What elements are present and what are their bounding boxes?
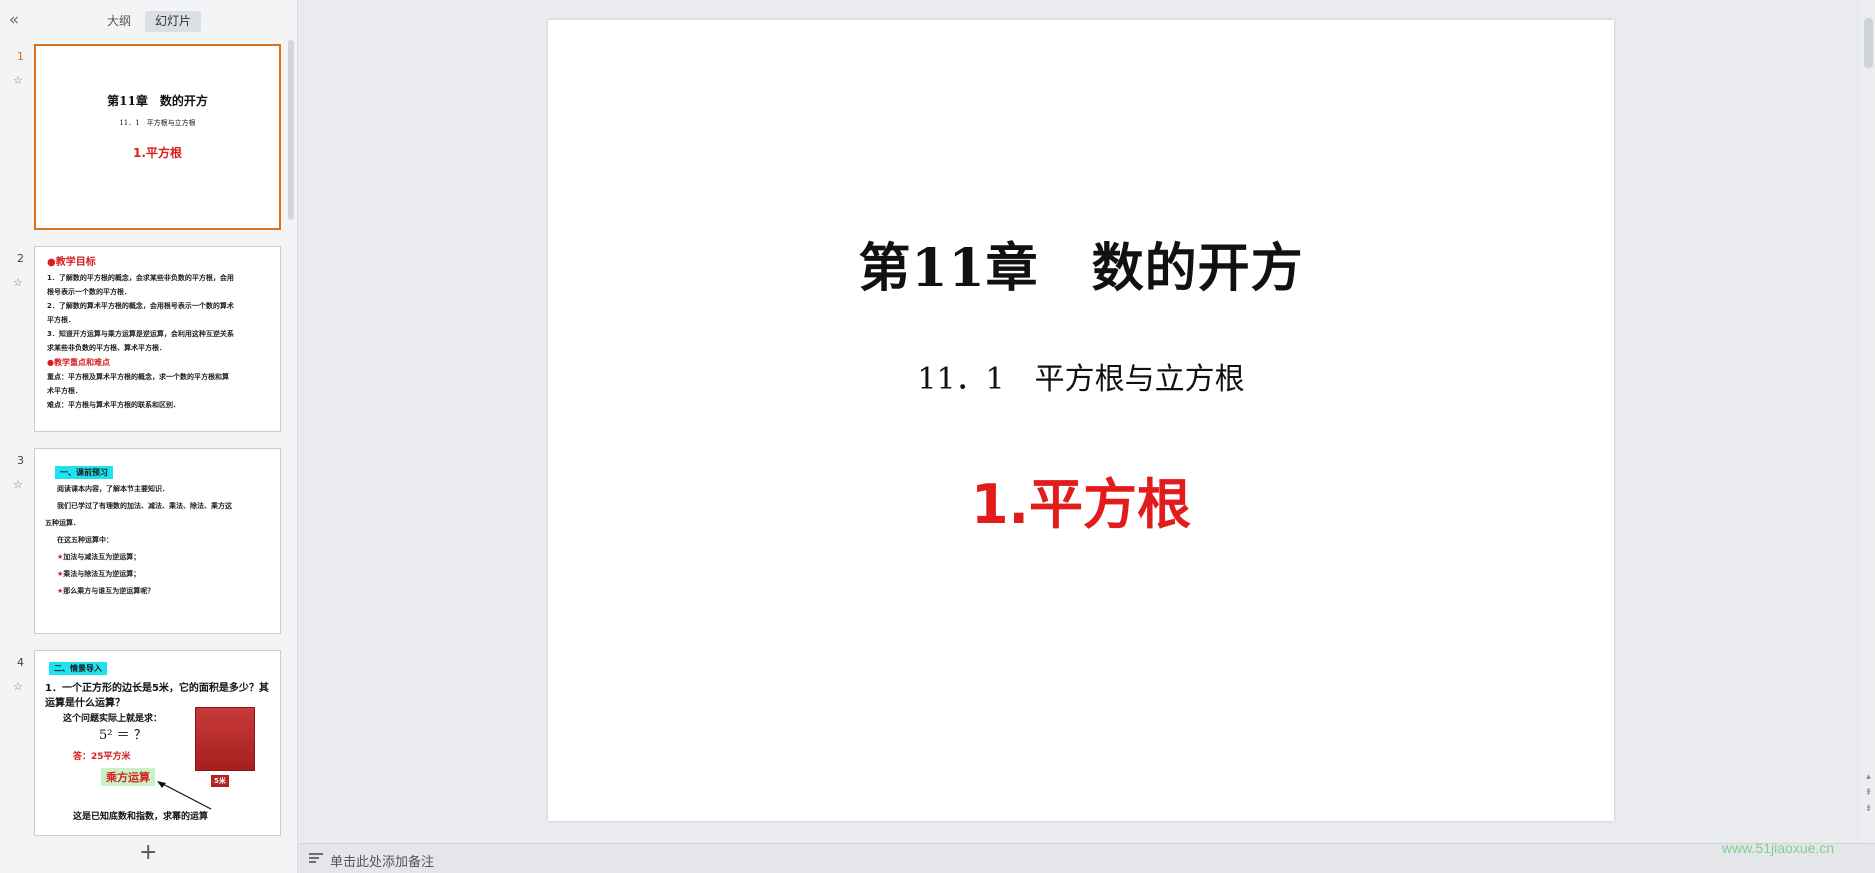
slide-thumbnail-4[interactable]: 二、情景导入 1．一个正方形的边长是5米，它的面积是多少？其运算是什么运算？ 这… — [34, 650, 281, 836]
thumb-star-item: ★乘法与除法互为逆运算； — [57, 570, 141, 578]
thumb-line: 术平方根． — [47, 387, 82, 395]
arrow-icon — [157, 781, 212, 810]
current-slide[interactable]: 第11章 数的开方 11．1 平方根与立方根 1.平方根 — [548, 20, 1614, 821]
thumb-title: 第11章 数的开方 — [107, 94, 208, 108]
slide-number: 4 — [17, 656, 24, 669]
notes-bar: 单击此处添加备注 — [299, 843, 1875, 873]
slide-thumbnail-panel: « 大纲 幻灯片 1 ☆ 第11章 数的开方 11．1 平方根与立方根 1.平方… — [0, 0, 298, 873]
thumb-line: 平方根． — [47, 316, 75, 324]
thumbnail-row-4: 4 ☆ 二、情景导入 1．一个正方形的边长是5米，它的面积是多少？其运算是什么运… — [0, 646, 288, 836]
thumb-heading: ●教学目标 — [47, 257, 96, 268]
slide-thumbnail-3[interactable]: 一、课前预习 阅读课本内容，了解本节主要知识． 我们已学过了有理数的加法、减法、… — [34, 448, 281, 634]
scroll-up-icon[interactable]: ▴ — [1863, 772, 1874, 783]
thumb-line: 重点：平方根及算术平方根的概念，求一个数的平方根和算 — [47, 373, 229, 381]
thumb-line: 难点：平方根与算术平方根的联系和区别． — [47, 401, 180, 409]
thumb-line: 五种运算． — [45, 519, 80, 527]
thumb-tag: 一、课前预习 — [55, 466, 113, 479]
slide-subtitle[interactable]: 11．1 平方根与立方根 — [548, 354, 1614, 398]
star-icon[interactable]: ☆ — [13, 276, 23, 289]
slide-thumbnail-2[interactable]: ●教学目标 1．了解数的平方根的概念，会求某些非负数的平方根，会用 根号表示一个… — [34, 246, 281, 432]
thumb-line: 阅读课本内容，了解本节主要知识． — [57, 485, 169, 493]
scroll-thumb[interactable] — [1864, 18, 1873, 68]
thumb-line: 求某些非负数的平方根、算术平方根． — [47, 344, 166, 352]
slide-number: 2 — [17, 252, 24, 265]
tab-outline[interactable]: 大纲 — [97, 11, 141, 32]
notes-icon — [309, 852, 323, 864]
slide-number: 1 — [17, 50, 24, 63]
red-square-shape — [195, 707, 255, 771]
prev-slide-icon[interactable]: ⇞ — [1863, 788, 1874, 799]
thumb-tag: 二、情景导入 — [49, 662, 107, 675]
slide-red-heading[interactable]: 1.平方根 — [548, 460, 1614, 539]
star-icon[interactable]: ☆ — [13, 74, 23, 87]
star-icon[interactable]: ☆ — [13, 680, 23, 693]
thumb-answer: 答：25平方米 — [73, 752, 131, 762]
star-icon[interactable]: ☆ — [13, 478, 23, 491]
add-slide-icon[interactable]: + — [139, 842, 157, 864]
view-tabs: 大纲 幻灯片 — [97, 11, 202, 32]
thumbnail-row-3: 3 ☆ 一、课前预习 阅读课本内容，了解本节主要知识． 我们已学过了有理数的加法… — [0, 444, 288, 634]
thumb-line: 1．了解数的平方根的概念，会求某些非负数的平方根，会用 — [47, 274, 234, 282]
thumb-heading: ●教学重点和难点 — [47, 358, 110, 367]
thumb-line: 我们已学过了有理数的加法、减法、乘法、除法、乘方这 — [57, 502, 232, 510]
thumbnail-row-1: 1 ☆ 第11章 数的开方 11．1 平方根与立方根 1.平方根 — [0, 40, 288, 230]
next-slide-icon[interactable]: ⇟ — [1863, 804, 1874, 815]
thumbnail-list: 1 ☆ 第11章 数的开方 11．1 平方根与立方根 1.平方根 2 ☆ ●教学… — [0, 40, 288, 840]
slide-thumbnail-1[interactable]: 第11章 数的开方 11．1 平方根与立方根 1.平方根 — [34, 44, 281, 230]
thumb-line: 3．知道开方运算与乘方运算是逆运算，会利用这种互逆关系 — [47, 330, 234, 338]
editor-scrollbar[interactable]: ▴ ⇞ ⇟ — [1862, 0, 1875, 843]
thumb-equation: 5² ＝ ？ — [99, 728, 147, 743]
thumb-red-text: 1.平方根 — [133, 146, 182, 160]
thumb-star-item: ★加法与减法互为逆运算； — [57, 553, 141, 561]
slide-number: 3 — [17, 454, 24, 467]
thumb-bottom-text: 这是已知底数和指数，求幂的运算 — [73, 812, 209, 822]
collapse-panel-icon[interactable]: « — [4, 10, 24, 30]
thumbnail-row-2: 2 ☆ ●教学目标 1．了解数的平方根的概念，会求某些非负数的平方根，会用 根号… — [0, 242, 288, 432]
tab-slides[interactable]: 幻灯片 — [145, 11, 202, 32]
watermark-text: www.51jiaoxue.cn — [1722, 840, 1835, 856]
thumb-star-item: ★那么乘方与谁互为逆运算呢？ — [57, 587, 155, 595]
notes-input[interactable]: 单击此处添加备注 — [330, 851, 434, 870]
thumb-green-label: 乘方运算 — [101, 768, 155, 786]
thumb-line: 2．了解数的算术平方根的概念，会用根号表示一个数的算术 — [47, 302, 234, 310]
thumb-line: 在这五种运算中： — [57, 536, 113, 544]
slide-title[interactable]: 第11章 数的开方 — [548, 226, 1614, 301]
thumb-subtitle: 11．1 平方根与立方根 — [119, 119, 196, 127]
thumb-line: 根号表示一个数的平方根． — [47, 288, 131, 296]
panel-scrollbar[interactable] — [288, 40, 294, 220]
slide-editor: 第11章 数的开方 11．1 平方根与立方根 1.平方根 — [299, 0, 1861, 843]
